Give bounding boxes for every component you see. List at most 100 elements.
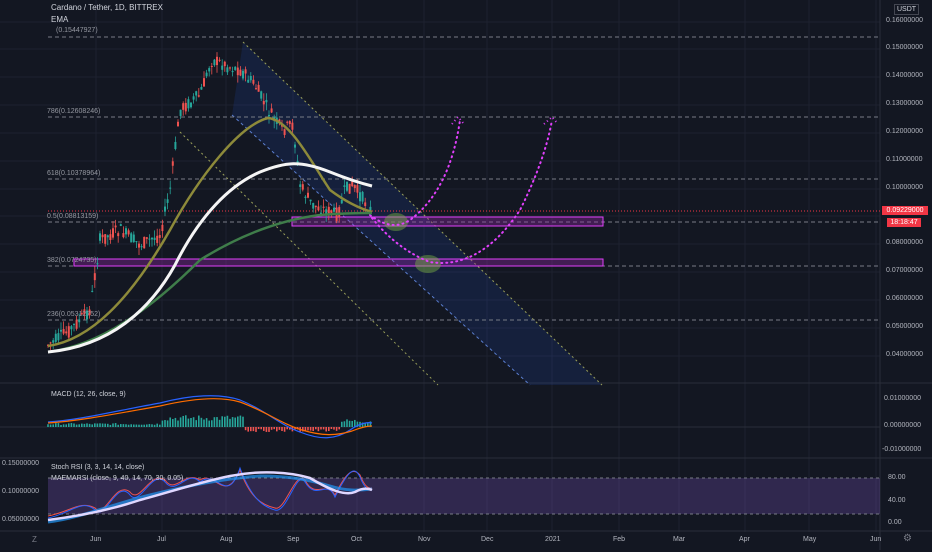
candle-body — [346, 181, 348, 191]
macd-histogram-bar — [120, 424, 122, 427]
macd-histogram-bar — [68, 423, 70, 427]
macd-histogram-bar — [159, 424, 161, 427]
macd-histogram-bar — [78, 424, 80, 427]
candle-body — [114, 225, 117, 228]
candle-body — [361, 191, 364, 202]
macd-histogram-bar — [346, 419, 348, 427]
candle-body — [234, 66, 237, 70]
candle-body — [156, 235, 159, 243]
candle-body — [218, 59, 221, 61]
resistance-zone[interactable] — [291, 216, 604, 227]
macd-histogram-bar — [338, 427, 340, 430]
macd-histogram-bar — [49, 424, 52, 427]
support-zone[interactable] — [73, 258, 604, 267]
macd-histogram-bar — [221, 416, 223, 427]
macd-histogram-bar — [91, 424, 93, 427]
candle-body — [322, 206, 325, 208]
gear-icon[interactable]: ⚙ — [903, 533, 912, 544]
osc-left-tick: 0.10000000 — [2, 488, 39, 495]
macd-histogram-bar — [143, 424, 145, 427]
price-scale-background[interactable] — [880, 0, 932, 550]
candle-body — [174, 141, 177, 150]
candle-body — [283, 129, 286, 136]
macd-histogram-bar — [125, 424, 127, 427]
price-tick: 0.07000000 — [886, 267, 923, 274]
macd-histogram-bar — [312, 427, 314, 432]
candle-body — [333, 207, 335, 212]
candle-body — [65, 331, 68, 334]
candle-body — [351, 181, 354, 187]
candle-body — [143, 236, 146, 249]
ema-indicator-label[interactable]: EMA — [51, 15, 68, 24]
time-tick: Nov — [418, 536, 431, 543]
candle-body — [52, 340, 55, 343]
macd-tick: -0.01000000 — [882, 446, 922, 453]
macd-histogram-bar — [127, 424, 130, 427]
touch-marker-upper[interactable] — [384, 213, 408, 231]
macd-histogram-bar — [335, 427, 338, 431]
candle-body — [49, 342, 52, 344]
fib-label-382: 382(0.0724735) — [47, 257, 97, 264]
time-tick: Sep — [287, 536, 300, 543]
macd-histogram-bar — [195, 420, 197, 427]
candle-body — [210, 65, 213, 67]
candle-body — [145, 237, 148, 239]
candle-body — [288, 121, 291, 125]
maemarsi-label[interactable]: MAEMARSI (close, 9, 40, 14, 70, 30, 0.05… — [51, 475, 183, 482]
macd-histogram-bar — [135, 424, 138, 427]
macd-histogram-bar — [283, 427, 286, 432]
macd-histogram-bar — [182, 415, 184, 427]
candle-body — [236, 67, 239, 76]
price-tick: 0.13000000 — [886, 100, 923, 107]
macd-histogram-bar — [328, 427, 330, 432]
macd-histogram-bar — [242, 416, 244, 427]
symbol-title[interactable]: Cardano / Tether, 1D, BITTREX — [51, 3, 163, 12]
stoch-rsi-label[interactable]: Stoch RSI (3, 3, 14, 14, close) — [51, 464, 144, 471]
macd-histogram-bar — [320, 427, 322, 430]
candle-body — [127, 230, 130, 235]
macd-histogram-bar — [252, 427, 255, 432]
candle-body — [112, 228, 114, 238]
fib-label-05: 0.5(0.08813159) — [47, 213, 99, 220]
z-icon[interactable]: Z — [32, 535, 37, 544]
macd-histogram-bar — [151, 424, 153, 427]
candle-body — [130, 233, 133, 243]
candle-body — [340, 199, 343, 204]
candle-body — [62, 329, 65, 334]
candle-body — [239, 69, 242, 76]
macd-histogram-bar — [276, 427, 278, 432]
time-tick: Feb — [613, 536, 626, 543]
time-tick: May — [803, 536, 817, 543]
candle-body — [60, 329, 62, 332]
fib-label-618: 618(0.10378964) — [47, 170, 101, 177]
candle-body — [348, 183, 351, 194]
candle-body — [359, 192, 361, 202]
macd-histogram-bar — [278, 427, 281, 430]
macd-histogram-bar — [161, 420, 164, 427]
macd-histogram-bar — [57, 423, 60, 427]
candle-body — [184, 102, 187, 112]
time-tick: Jun — [870, 536, 882, 543]
time-tick: Mar — [673, 536, 686, 543]
candle-body — [314, 205, 317, 208]
macd-histogram-bar — [309, 427, 312, 431]
macd-histogram-bar — [75, 424, 78, 427]
macd-histogram-bar — [260, 427, 262, 430]
candle-body — [158, 235, 161, 238]
candle-body — [106, 235, 109, 238]
macd-histogram-bar — [107, 423, 109, 427]
candle-body — [148, 238, 151, 240]
macd-label[interactable]: MACD (12, 26, close, 9) — [51, 391, 126, 398]
osc-left-tick: 0.05000000 — [2, 516, 39, 523]
candle-body — [262, 100, 265, 105]
macd-histogram-bar — [81, 423, 83, 427]
macd-histogram-bar — [187, 418, 190, 427]
macd-histogram-bar — [224, 416, 226, 427]
candle-body — [200, 87, 203, 90]
macd-histogram-bar — [268, 427, 270, 432]
macd-histogram-bar — [55, 423, 57, 427]
currency-label[interactable]: USDT — [894, 4, 920, 15]
macd-histogram-bar — [265, 427, 268, 432]
candle-body — [187, 99, 190, 109]
macd-histogram-bar — [138, 424, 140, 427]
